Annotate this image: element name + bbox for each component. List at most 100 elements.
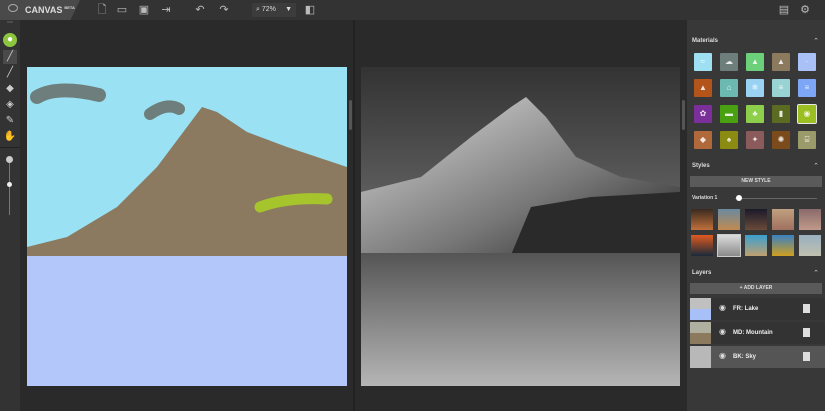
eraser-icon[interactable]: ◆ <box>3 82 17 96</box>
style-thumbnail[interactable] <box>799 209 821 230</box>
visibility-eye-icon[interactable]: ◉ <box>719 303 726 312</box>
style-thumbnail[interactable] <box>799 235 821 256</box>
zoom-dropdown-icon[interactable]: ▼ <box>285 3 292 17</box>
export-icon[interactable]: ⇥ <box>159 3 173 17</box>
material-swatch[interactable]: ✦ <box>746 131 764 149</box>
save-icon[interactable]: ▣ <box>137 3 151 17</box>
line-icon[interactable]: ╱ <box>3 66 17 80</box>
layer-thumbnail <box>690 322 711 344</box>
eyedropper-icon[interactable]: ✎ <box>3 114 17 128</box>
material-icon: · <box>805 57 809 66</box>
layer-item[interactable]: ◉ BK: Sky <box>690 346 825 368</box>
layer-name: MD: Mountain <box>733 330 773 336</box>
material-swatch[interactable]: ≡ <box>798 79 816 97</box>
feedback-icon[interactable]: ▤ <box>777 3 791 17</box>
zoom-control[interactable]: ⌕ 72% ▼ <box>252 3 296 17</box>
view-divider[interactable] <box>353 20 355 411</box>
visibility-eye-icon[interactable]: ◉ <box>719 351 726 360</box>
material-color-icon[interactable]: ● <box>3 33 17 47</box>
material-swatch[interactable]: ⌸ <box>798 131 816 149</box>
style-thumbnail[interactable] <box>745 209 767 230</box>
style-thumbnail[interactable] <box>717 234 741 257</box>
material-icon: ▬ <box>725 109 733 118</box>
material-swatch[interactable]: ♠ <box>720 131 738 149</box>
material-swatch[interactable]: ❄ <box>746 79 764 97</box>
layer-item[interactable]: ◉ MD: Mountain <box>690 322 825 344</box>
layer-name: FR: Lake <box>733 306 759 312</box>
settings-gear-icon[interactable]: ⚙ <box>798 3 812 17</box>
brush-icon[interactable]: ╱ <box>3 50 17 64</box>
collapse-chevron-icon[interactable]: ⌃ <box>813 37 819 45</box>
slider-handle[interactable] <box>7 182 12 187</box>
variation-slider[interactable] <box>735 198 817 199</box>
material-icon: ♠ <box>726 135 732 144</box>
new-style-button[interactable]: NEW STYLE <box>690 176 822 187</box>
material-swatch[interactable]: ▬ <box>720 105 738 123</box>
material-swatch[interactable]: · <box>798 53 816 71</box>
material-icon: ▮ <box>778 109 784 118</box>
add-layer-button[interactable]: + ADD LAYER <box>690 283 822 294</box>
grip-icon: ⋯ <box>7 20 13 26</box>
layout-toggle-icon[interactable]: ◧ <box>303 3 317 17</box>
new-file-icon[interactable]: 🗋 <box>95 3 109 17</box>
material-icon: ⌂ <box>726 83 732 92</box>
open-folder-icon[interactable]: ▭ <box>115 3 129 17</box>
delete-trash-icon[interactable] <box>803 328 810 337</box>
layers-heading: Layers <box>692 270 712 276</box>
right-panel: Materials ⌃ ≈ ☁ ▲ ▲ · ▲ ⌂ ❄ ≡ ≡ ✿ ▬ ♣ ▮ ◉ ◆ ♠ ✦ ✺ ⌸ Styles … <box>687 20 825 411</box>
material-swatch[interactable]: ◆ <box>694 131 712 149</box>
fill-bucket-icon[interactable]: ◈ <box>3 98 17 112</box>
layer-thumbnail <box>690 346 711 368</box>
material-icon: ▲ <box>699 83 707 92</box>
material-swatch[interactable]: ✺ <box>772 131 790 149</box>
material-swatch[interactable]: ≡ <box>772 79 790 97</box>
material-swatch[interactable]: ⌂ <box>720 79 738 97</box>
material-icon: ⌸ <box>804 135 810 144</box>
redo-icon[interactable]: ↷ <box>217 3 231 17</box>
material-icon: ❄ <box>751 83 759 92</box>
pan-hand-icon[interactable]: ✋ <box>3 130 17 144</box>
material-icon: ▲ <box>751 57 759 66</box>
materials-heading: Materials <box>692 38 719 44</box>
brand-area: CANVAS BETA <box>0 0 80 20</box>
visibility-eye-icon[interactable]: ◉ <box>719 327 726 336</box>
layer-item[interactable]: ◉ FR: Lake <box>690 298 825 320</box>
material-swatch[interactable]: ☁ <box>720 53 738 71</box>
material-icon: ✦ <box>751 135 759 144</box>
material-swatch[interactable]: ▮ <box>772 105 790 123</box>
cloud-stroke <box>30 83 106 104</box>
scrollbar[interactable] <box>349 100 352 130</box>
style-thumbnail[interactable] <box>691 235 713 256</box>
material-swatch[interactable]: ✿ <box>694 105 712 123</box>
brush-size-slider[interactable] <box>9 160 10 215</box>
material-icon: ◆ <box>699 135 707 144</box>
zoom-value: 72% <box>261 6 276 13</box>
variation-label: Variation 1 <box>692 195 718 201</box>
collapse-chevron-icon[interactable]: ⌃ <box>813 269 819 277</box>
top-toolbar: CANVAS BETA 🗋 ▭ ▣ ⇥ ↶ ↷ ⌕ 72% ▼ ◧ ▤ ⚙ <box>0 0 825 20</box>
scrollbar[interactable] <box>682 100 685 130</box>
material-swatch[interactable]: ♣ <box>746 105 764 123</box>
material-icon: ≈ <box>700 57 706 66</box>
collapse-chevron-icon[interactable]: ⌃ <box>813 162 819 170</box>
material-swatch[interactable]: ▲ <box>694 79 712 97</box>
variation-slider-handle[interactable] <box>736 195 743 201</box>
nvidia-logo <box>5 3 19 17</box>
material-icon: ≡ <box>804 83 810 92</box>
delete-trash-icon[interactable] <box>803 352 810 361</box>
style-thumbnail[interactable] <box>745 235 767 256</box>
slider-handle[interactable] <box>6 156 13 163</box>
material-icon: ✿ <box>699 109 707 118</box>
app-name: CANVAS <box>25 5 63 15</box>
segmentation-canvas[interactable] <box>27 67 347 386</box>
material-swatch[interactable]: ≈ <box>694 53 712 71</box>
delete-trash-icon[interactable] <box>803 304 810 313</box>
style-thumbnail[interactable] <box>772 209 794 230</box>
style-thumbnail[interactable] <box>772 235 794 256</box>
style-thumbnail[interactable] <box>691 209 713 230</box>
material-swatch[interactable]: ◉ <box>797 104 817 124</box>
material-swatch[interactable]: ▲ <box>772 53 790 71</box>
undo-icon[interactable]: ↶ <box>193 3 207 17</box>
material-swatch[interactable]: ▲ <box>746 53 764 71</box>
style-thumbnail[interactable] <box>718 209 740 230</box>
